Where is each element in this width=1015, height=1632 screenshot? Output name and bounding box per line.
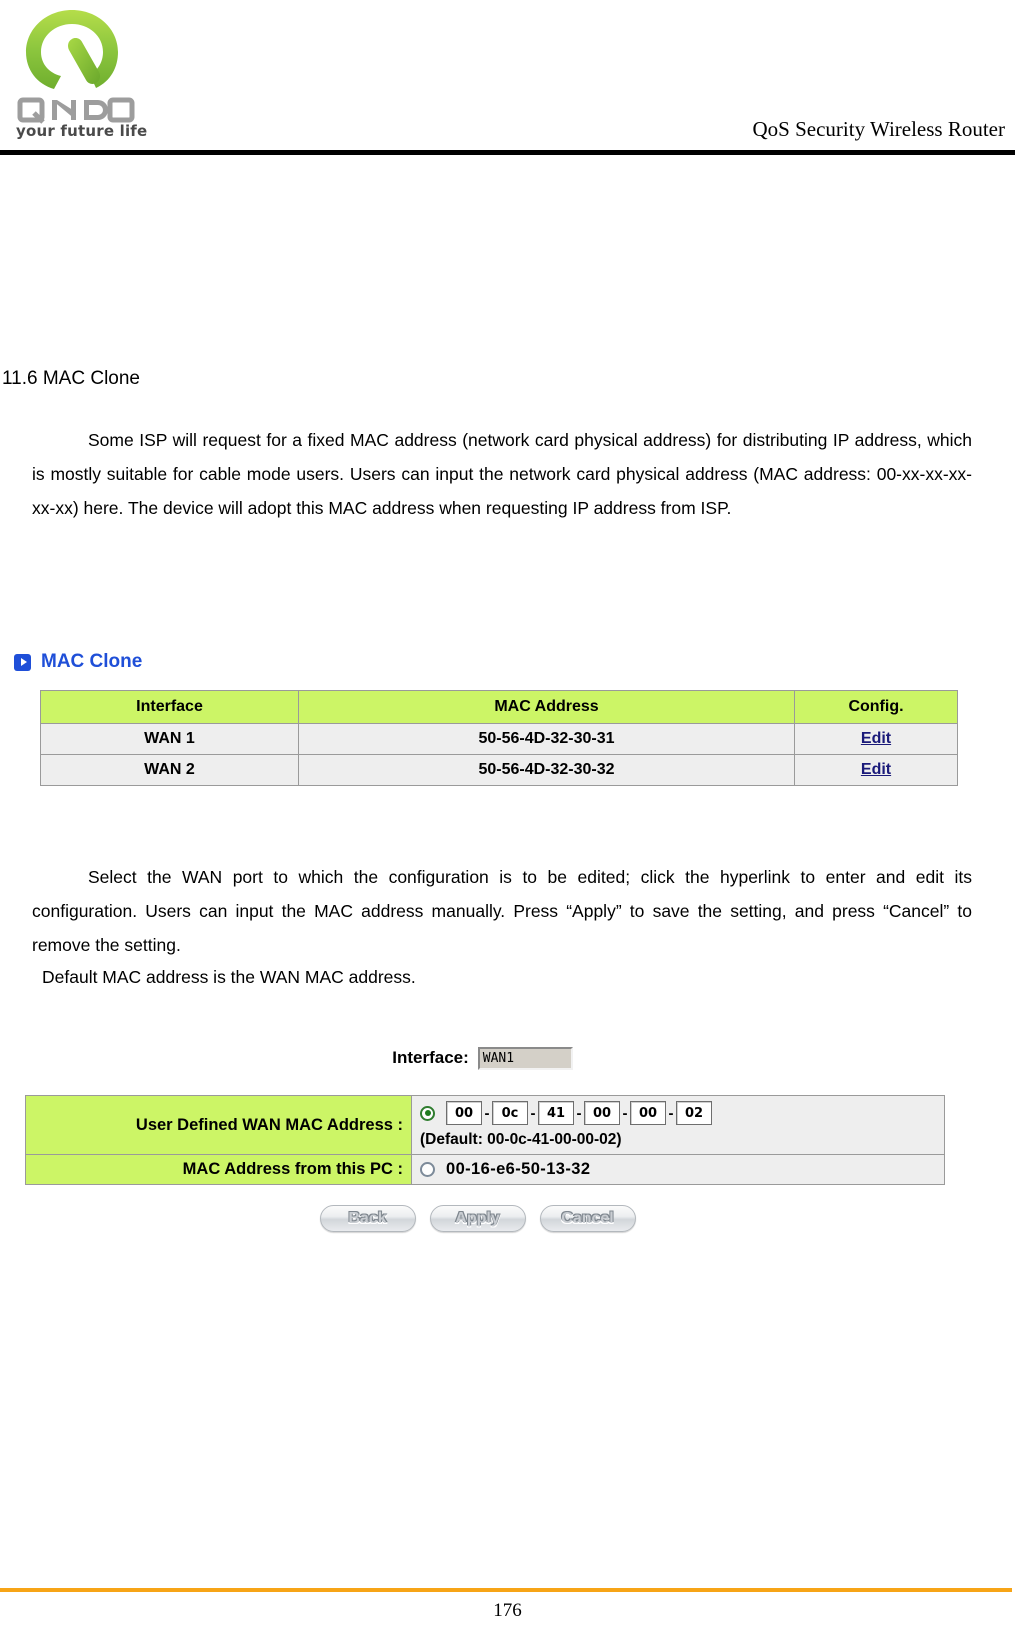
mac-clone-edit-table: User Defined WAN MAC Address : 00 - 0c -… — [25, 1095, 945, 1185]
user-defined-mac-row: User Defined WAN MAC Address : 00 - 0c -… — [25, 1095, 945, 1155]
cell-config: Edit — [794, 723, 958, 755]
mac-octet-line: 00 - 0c - 41 - 00 - 00 - 02 — [420, 1101, 944, 1125]
table-row: WAN 1 50-56-4D-32-30-31 Edit — [40, 723, 958, 755]
mac-octet-5[interactable]: 00 — [630, 1101, 666, 1125]
mac-separator: - — [484, 1104, 490, 1122]
qno-q-mark-icon — [16, 4, 128, 102]
mac-clone-table: Interface MAC Address Config. WAN 1 50-5… — [40, 690, 958, 786]
panel-title-text: MAC Clone — [41, 651, 143, 672]
qno-wordmark-icon — [16, 96, 136, 124]
panel-title-row: MAC Clone — [0, 647, 965, 677]
mac-octet-1[interactable]: 00 — [446, 1101, 482, 1125]
paragraph-default-note: Default MAC address is the WAN MAC addre… — [42, 967, 416, 987]
pc-mac-line: 00-16-e6-50-13-32 — [420, 1160, 944, 1179]
arrow-right-icon — [14, 653, 31, 671]
back-button[interactable]: Back — [319, 1205, 416, 1232]
column-header-config: Config. — [794, 690, 958, 724]
mac-octet-4[interactable]: 00 — [584, 1101, 620, 1125]
header-divider — [0, 150, 1015, 155]
interface-input[interactable]: WAN1 — [477, 1046, 573, 1070]
page-number: 176 — [493, 1600, 522, 1621]
pc-mac-value-cell: 00-16-e6-50-13-32 — [411, 1154, 945, 1185]
paragraph-instructions: Select the WAN port to which the configu… — [32, 867, 972, 955]
page-header: your future life QoS Security Wireless R… — [0, 0, 1015, 155]
mac-octet-3[interactable]: 41 — [538, 1101, 574, 1125]
mac-separator: - — [576, 1104, 582, 1122]
pc-mac-row: MAC Address from this PC : 00-16-e6-50-1… — [25, 1154, 945, 1185]
table-header-row: Interface MAC Address Config. — [40, 690, 958, 724]
default-mac-note: (Default: 00-0c-41-00-00-02) — [420, 1131, 622, 1148]
mac-separator: - — [668, 1104, 674, 1122]
cell-interface: WAN 2 — [40, 754, 299, 786]
cell-config: Edit — [794, 754, 958, 786]
radio-pc-mac[interactable] — [420, 1162, 435, 1177]
edit-link-wan1[interactable]: Edit — [861, 730, 891, 747]
mac-clone-list-screenshot: MAC Clone Interface MAC Address Config. … — [0, 647, 965, 786]
column-header-mac-address: MAC Address — [298, 690, 795, 724]
pc-mac-label: MAC Address from this PC : — [25, 1154, 412, 1185]
cancel-button[interactable]: Cancel — [539, 1205, 636, 1232]
user-defined-mac-label: User Defined WAN MAC Address : — [25, 1095, 412, 1155]
form-button-row: Back Apply Cancel — [0, 1205, 965, 1232]
apply-button[interactable]: Apply — [429, 1205, 526, 1232]
header-title: QoS Security Wireless Router — [752, 117, 1005, 141]
paragraph-intro: Some ISP will request for a fixed MAC ad… — [32, 430, 972, 518]
cell-mac-address: 50-56-4D-32-30-31 — [298, 723, 795, 755]
mac-octet-6[interactable]: 02 — [676, 1101, 712, 1125]
radio-user-defined-mac[interactable] — [420, 1105, 435, 1121]
interface-row: Interface: WAN1 — [0, 1041, 965, 1075]
cell-interface: WAN 1 — [40, 723, 299, 755]
edit-link-wan2[interactable]: Edit — [861, 761, 891, 778]
mac-separator: - — [622, 1104, 628, 1122]
interface-label: Interface: — [392, 1048, 469, 1067]
pc-mac-value: 00-16-e6-50-13-32 — [446, 1160, 591, 1178]
mac-separator: - — [530, 1104, 536, 1122]
mac-octet-2[interactable]: 0c — [492, 1101, 528, 1125]
logo-tagline: your future life — [16, 122, 148, 140]
mac-clone-edit-screenshot: Interface: WAN1 User Defined WAN MAC Add… — [0, 1035, 965, 1232]
qno-logo: your future life — [8, 4, 178, 146]
user-defined-mac-value-cell: 00 - 0c - 41 - 00 - 00 - 02 (Default: 00… — [411, 1095, 945, 1155]
column-header-interface: Interface — [40, 690, 299, 724]
section-heading: 11.6 MAC Clone — [2, 368, 140, 389]
cell-mac-address: 50-56-4D-32-30-32 — [298, 754, 795, 786]
footer-divider — [0, 1588, 1012, 1592]
table-row: WAN 2 50-56-4D-32-30-32 Edit — [40, 754, 958, 786]
